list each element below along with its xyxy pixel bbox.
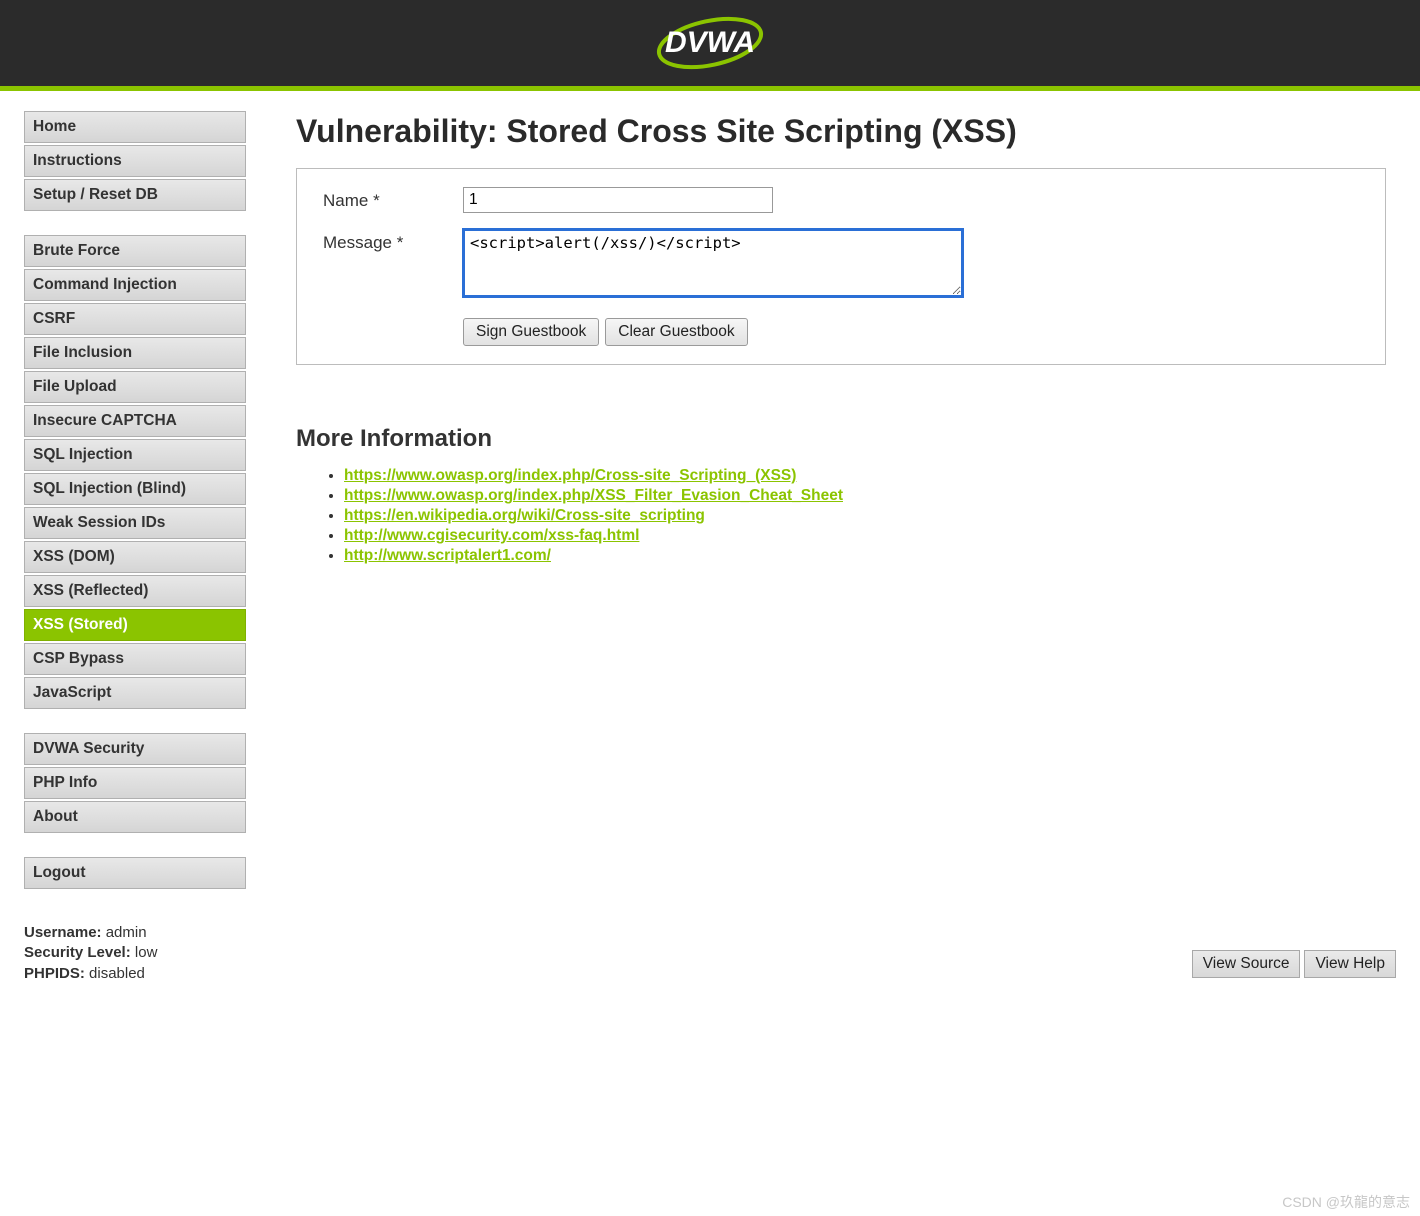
nav-xss-dom[interactable]: XSS (DOM)	[24, 541, 246, 573]
nav-xss-reflected[interactable]: XSS (Reflected)	[24, 575, 246, 607]
security-level-value: low	[135, 944, 158, 961]
view-help-button[interactable]: View Help	[1304, 950, 1396, 978]
info-link-item: https://www.owasp.org/index.php/Cross-si…	[344, 467, 1386, 485]
nav-weak-session[interactable]: Weak Session IDs	[24, 507, 246, 539]
nav-file-inclusion[interactable]: File Inclusion	[24, 337, 246, 369]
top-header: DVWA	[0, 0, 1420, 86]
more-info-list: https://www.owasp.org/index.php/Cross-si…	[296, 467, 1386, 565]
phpids-value: disabled	[89, 965, 145, 982]
phpids-label: PHPIDS:	[24, 965, 85, 982]
watermark: CSDN @玖龍的意志	[1282, 1192, 1410, 1212]
username-value: admin	[106, 924, 147, 941]
page-title: Vulnerability: Stored Cross Site Scripti…	[296, 113, 1386, 150]
logo: DVWA	[630, 12, 790, 74]
message-textarea[interactable]	[463, 229, 963, 297]
nav-dvwa-security[interactable]: DVWA Security	[24, 733, 246, 765]
status-block: Username: admin Security Level: low PHPI…	[24, 923, 246, 984]
info-link[interactable]: https://en.wikipedia.org/wiki/Cross-site…	[344, 507, 705, 524]
nav-logout[interactable]: Logout	[24, 857, 246, 889]
info-link-item: http://www.cgisecurity.com/xss-faq.html	[344, 527, 1386, 545]
dvwa-logo-icon: DVWA	[630, 12, 790, 74]
info-link[interactable]: https://www.owasp.org/index.php/XSS_Filt…	[344, 487, 843, 504]
info-link-item: http://www.scriptalert1.com/	[344, 547, 1386, 565]
sign-guestbook-button[interactable]: Sign Guestbook	[463, 318, 599, 346]
info-link-item: https://en.wikipedia.org/wiki/Cross-site…	[344, 507, 1386, 525]
name-input[interactable]	[463, 187, 773, 213]
svg-text:DVWA: DVWA	[665, 26, 755, 59]
name-label: Name *	[323, 187, 463, 211]
view-source-button[interactable]: View Source	[1192, 950, 1301, 978]
security-level-label: Security Level:	[24, 944, 131, 961]
clear-guestbook-button[interactable]: Clear Guestbook	[605, 318, 747, 346]
nav-command-injection[interactable]: Command Injection	[24, 269, 246, 301]
info-link[interactable]: http://www.scriptalert1.com/	[344, 547, 551, 564]
nav-xss-stored[interactable]: XSS (Stored)	[24, 609, 246, 641]
nav-php-info[interactable]: PHP Info	[24, 767, 246, 799]
message-label: Message *	[323, 229, 463, 253]
nav-setup[interactable]: Setup / Reset DB	[24, 179, 246, 211]
nav-sql-injection-blind[interactable]: SQL Injection (Blind)	[24, 473, 246, 505]
more-info-heading: More Information	[296, 425, 1386, 453]
nav-file-upload[interactable]: File Upload	[24, 371, 246, 403]
nav-csrf[interactable]: CSRF	[24, 303, 246, 335]
nav-csp-bypass[interactable]: CSP Bypass	[24, 643, 246, 675]
sidebar: HomeInstructionsSetup / Reset DB Brute F…	[24, 111, 246, 984]
info-link[interactable]: http://www.cgisecurity.com/xss-faq.html	[344, 527, 639, 544]
nav-home[interactable]: Home	[24, 111, 246, 143]
nav-instructions[interactable]: Instructions	[24, 145, 246, 177]
username-label: Username:	[24, 924, 102, 941]
nav-javascript[interactable]: JavaScript	[24, 677, 246, 709]
guestbook-form-panel: Name * Message * Sign Guestbook Clear Gu…	[296, 168, 1386, 365]
nav-brute-force[interactable]: Brute Force	[24, 235, 246, 267]
nav-insecure-captcha[interactable]: Insecure CAPTCHA	[24, 405, 246, 437]
nav-sql-injection[interactable]: SQL Injection	[24, 439, 246, 471]
info-link[interactable]: https://www.owasp.org/index.php/Cross-si…	[344, 467, 796, 484]
main-content: Vulnerability: Stored Cross Site Scripti…	[296, 111, 1396, 984]
nav-about[interactable]: About	[24, 801, 246, 833]
info-link-item: https://www.owasp.org/index.php/XSS_Filt…	[344, 487, 1386, 505]
